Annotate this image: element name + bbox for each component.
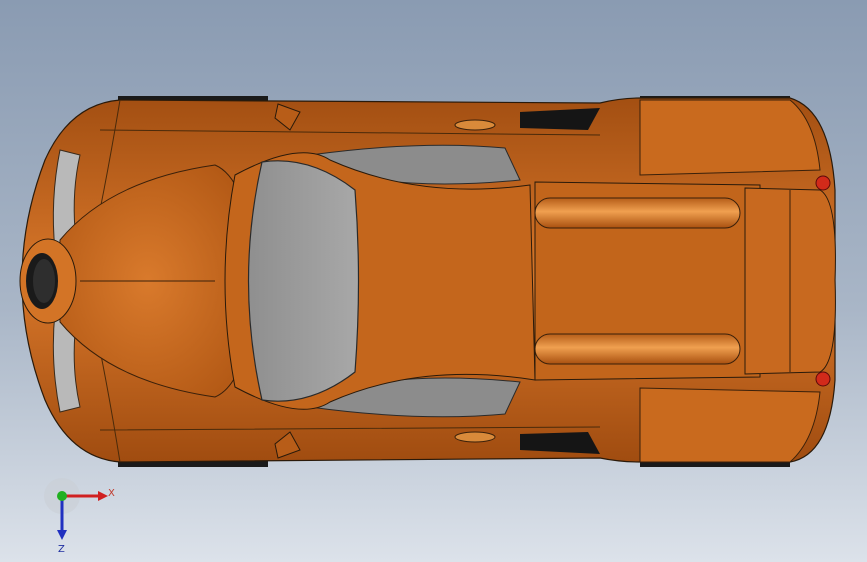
tail-light-bottom xyxy=(815,371,831,387)
rear-fender-top xyxy=(639,99,821,176)
x-axis-arrow-icon xyxy=(98,491,108,501)
x-axis-label: X xyxy=(108,488,115,499)
rear-fender-bottom xyxy=(639,387,821,463)
windshield xyxy=(247,160,360,402)
car-model[interactable] xyxy=(0,0,867,562)
rear-pipe-bottom xyxy=(534,333,741,365)
z-axis-label: Z xyxy=(58,544,65,555)
graphics-viewport[interactable]: X Z xyxy=(0,0,867,562)
z-axis-arrow-icon xyxy=(57,530,67,540)
rear-pipe-top xyxy=(534,197,741,229)
tail-light-top xyxy=(815,175,831,191)
axis-triad: X Z xyxy=(44,478,115,555)
y-axis-dot xyxy=(57,491,67,501)
